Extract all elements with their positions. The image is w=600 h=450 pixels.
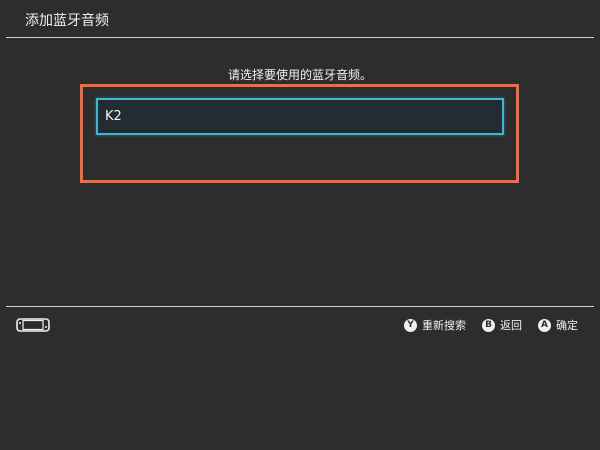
selection-prompt: 请选择要使用的蓝牙音频。 [227,68,372,82]
b-button-icon: B [482,318,495,332]
screen: 添加蓝牙音频 请选择要使用的蓝牙音频。 K2 Y 重新搜索 B 返回 A 确定 [0,0,600,450]
a-button-icon: A [538,318,551,332]
confirm-button[interactable]: A 确定 [538,317,578,333]
back-button[interactable]: B 返回 [482,317,522,333]
footer-actions: Y 重新搜索 B 返回 A 确定 [388,317,578,333]
header-divider [6,37,594,38]
footer-divider [6,306,594,307]
console-handheld-icon [16,318,50,332]
header: 添加蓝牙音频 [0,0,600,38]
back-label: 返回 [500,319,522,332]
y-button-icon: Y [404,318,417,332]
page-title: 添加蓝牙音频 [25,13,109,29]
device-name: K2 [105,109,122,124]
device-list-item[interactable]: K2 [96,98,504,135]
confirm-label: 确定 [556,319,578,332]
research-button[interactable]: Y 重新搜索 [404,317,466,333]
research-label: 重新搜索 [422,319,466,332]
